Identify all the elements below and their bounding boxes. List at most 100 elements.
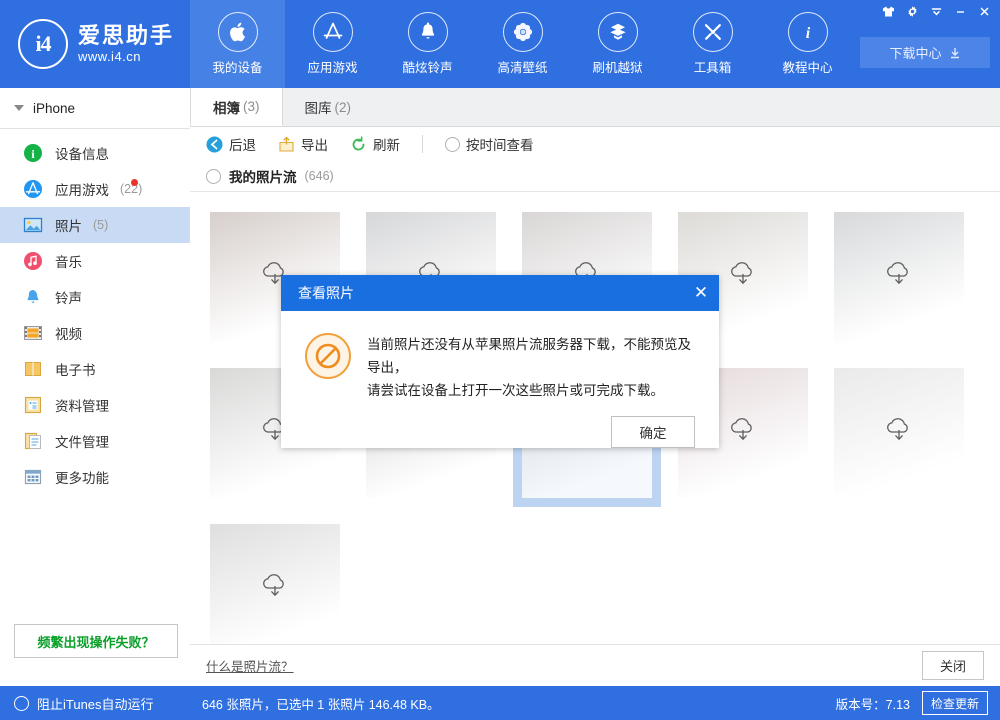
more-grid-icon xyxy=(22,466,44,488)
check-update-button[interactable]: 检查更新 xyxy=(922,691,988,715)
tab-gallery[interactable]: 图库(2) xyxy=(283,88,374,126)
photo-thumbnail[interactable] xyxy=(210,524,340,644)
sidebar-item-appstore-circle[interactable]: 应用游戏(22) xyxy=(0,171,190,207)
nav-item-info[interactable]: i 教程中心 xyxy=(760,0,855,88)
content-footer: 什么是照片流？ 关闭 xyxy=(190,644,1000,686)
gear-icon[interactable] xyxy=(900,0,924,22)
sidebar-item-contacts[interactable]: 资料管理 xyxy=(0,387,190,423)
sidebar-item-photo[interactable]: 照片 (5) xyxy=(0,207,190,243)
view-by-time-radio[interactable]: 按时间查看 xyxy=(445,134,534,154)
main-nav: 我的设备 应用游戏 酷炫铃声 高清壁纸刷机越狱 工具箱 i 教程中心 xyxy=(190,0,855,88)
cloud-download-icon xyxy=(882,418,916,449)
refresh-icon xyxy=(350,136,367,153)
sidebar-item-label: 照片 xyxy=(55,215,82,235)
minimize-icon[interactable] xyxy=(948,0,972,22)
sidebar-item-book[interactable]: 电子书 xyxy=(0,351,190,387)
sidebar-item-label: 更多功能 xyxy=(55,467,109,487)
sidebar-item-label: 铃声 xyxy=(55,287,82,307)
sidebar-item-video[interactable]: 视频 xyxy=(0,315,190,351)
cloud-download-icon xyxy=(882,262,916,293)
nav-item-label: 刷机越狱 xyxy=(592,57,642,76)
info-icon: i xyxy=(788,12,828,52)
status-bar: 646 张照片，已选中 1 张照片 146.48 KB。 版本号：7.13 检查… xyxy=(190,686,1000,720)
close-button-label: 关闭 xyxy=(940,656,966,675)
nav-item-label: 教程中心 xyxy=(782,57,832,76)
nav-item-flower[interactable]: 高清壁纸 xyxy=(475,0,570,88)
i4-assistant-window: i4 爱思助手 www.i4.cn 我的设备应用游戏酷炫铃声高清壁纸刷机越狱工具… xyxy=(0,0,1000,720)
logo-mark-icon: i4 xyxy=(18,19,68,69)
sidebar-item-files[interactable]: 文件管理 xyxy=(0,423,190,459)
app-logo: i4 爱思助手 www.i4.cn xyxy=(0,0,190,88)
export-button[interactable]: 导出 xyxy=(278,134,328,154)
sidebar-item-more-grid[interactable]: 更多功能 xyxy=(0,459,190,495)
block-itunes-label: 阻止iTunes自动运行 xyxy=(37,694,154,713)
brand-url: www.i4.cn xyxy=(78,49,174,65)
video-icon xyxy=(22,322,44,344)
help-operation-failed-button[interactable]: 频繁出现操作失败？ xyxy=(14,624,178,658)
top-bar: i4 爱思助手 www.i4.cn 我的设备 应用游戏 酷炫铃声 高清壁纸刷机越狱 工具… xyxy=(0,0,1000,88)
sidebar-list: i设备信息应用游戏(22) 照片 (5) 音乐铃声视频电子书资料管理文件管理更多功能 xyxy=(0,129,190,495)
photo-thumbnail[interactable] xyxy=(834,212,964,342)
sidebar-item-label: 资料管理 xyxy=(55,395,109,415)
close-icon[interactable] xyxy=(972,0,996,22)
book-icon xyxy=(22,358,44,380)
photo-stream-count: (646) xyxy=(305,169,334,183)
nav-item-tools[interactable]: 工具箱 xyxy=(665,0,760,88)
brand-name: 爱思助手 xyxy=(78,23,174,49)
radio-icon xyxy=(445,137,460,152)
sidebar-item-music[interactable]: 音乐 xyxy=(0,243,190,279)
apple-icon xyxy=(218,12,258,52)
svg-text:i: i xyxy=(805,25,810,42)
back-button[interactable]: 后退 xyxy=(206,134,256,154)
device-selector[interactable]: iPhone xyxy=(0,88,190,129)
nav-item-apple[interactable]: 我的设备 xyxy=(190,0,285,88)
appstore-icon xyxy=(313,12,353,52)
tools-icon xyxy=(693,12,733,52)
radio-icon xyxy=(14,696,29,711)
nav-item-label: 应用游戏 xyxy=(307,57,357,76)
files-icon xyxy=(22,430,44,452)
sidebar-item-label: 应用游戏 xyxy=(55,179,109,199)
dialog-ok-button[interactable]: 确定 xyxy=(611,416,695,448)
my-photo-stream-row[interactable]: 我的照片流 (646) xyxy=(190,161,1000,192)
nav-item-appstore[interactable]: 应用游戏 xyxy=(285,0,380,88)
what-is-photo-stream-link[interactable]: 什么是照片流？ xyxy=(206,656,294,675)
skin-icon[interactable] xyxy=(876,0,900,22)
nav-item-box[interactable]: 刷机越狱 xyxy=(570,0,665,88)
flower-icon xyxy=(503,12,543,52)
photo-thumbnail[interactable] xyxy=(834,368,964,498)
dialog-close-icon[interactable]: ✕ xyxy=(683,275,719,311)
window-controls xyxy=(876,0,996,22)
sidebar-item-info-circle[interactable]: i设备信息 xyxy=(0,135,190,171)
ringtone-bell-icon xyxy=(22,286,44,308)
refresh-button[interactable]: 刷新 xyxy=(350,134,400,154)
tab-count: (3) xyxy=(243,99,260,114)
photo-icon xyxy=(22,214,44,236)
contacts-icon xyxy=(22,394,44,416)
device-name: iPhone xyxy=(33,101,75,116)
nav-item-label: 酷炫铃声 xyxy=(402,57,452,76)
download-center-label: 下载中心 xyxy=(889,43,941,62)
nav-item-label: 我的设备 xyxy=(212,57,262,76)
version-label: 版本号：7.13 xyxy=(836,694,910,713)
dialog-title: 查看照片 xyxy=(281,283,354,303)
block-itunes-toggle[interactable]: 阻止iTunes自动运行 xyxy=(0,686,190,720)
appstore-circle-icon xyxy=(22,178,44,200)
sidebar-item-count: (5) xyxy=(93,218,108,232)
bell-icon xyxy=(408,12,448,52)
help-button-label: 频繁出现操作失败？ xyxy=(37,632,154,651)
tab-albums[interactable]: 相簿(3) xyxy=(190,88,283,126)
sidebar-item-label: 文件管理 xyxy=(55,431,109,451)
export-label: 导出 xyxy=(301,134,328,154)
sidebar: iPhone i设备信息应用游戏(22) 照片 (5) 音乐铃声视频电子书资料管理文件… xyxy=(0,88,191,686)
tab-label: 相簿 xyxy=(213,97,240,117)
nav-item-bell[interactable]: 酷炫铃声 xyxy=(380,0,475,88)
toolbar-divider xyxy=(422,135,423,153)
close-button[interactable]: 关闭 xyxy=(922,651,984,680)
photo-stream-title: 我的照片流 xyxy=(229,166,297,186)
sidebar-item-ringtone-bell[interactable]: 铃声 xyxy=(0,279,190,315)
download-center-button[interactable]: 下载中心 xyxy=(860,37,990,68)
menu-chevron-icon[interactable] xyxy=(924,0,948,22)
content-toolbar: 后退 导出 刷新 按时间查看 xyxy=(190,127,1000,161)
export-icon xyxy=(278,136,295,153)
